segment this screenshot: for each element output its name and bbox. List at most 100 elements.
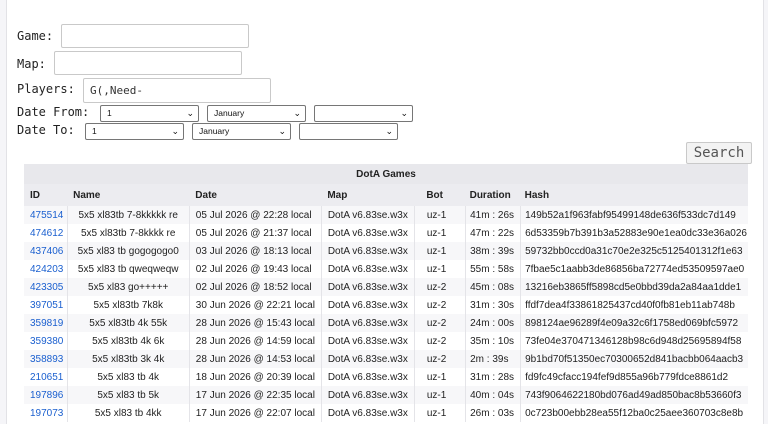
game-id-link-cell: 359819 [24,314,68,332]
game-name-cell: 5x5 xl83 tb 5k [66,386,190,404]
game-date-cell: 28 Jun 2026 @ 14:53 local [188,350,322,368]
table-row: 397051 5x5 xl83tb 7k8k 30 Jun 2026 @ 22:21… [24,296,748,314]
table-row: 437406 5x5 xl83 tb gogogogo0 03 Jul 2026 @… [24,242,748,260]
game-duration-cell: 31m : 30s [465,296,521,314]
table-header-row: ID Name Date Map Bot Duration Hash [24,184,748,206]
game-id-link[interactable]: 474612 [30,228,63,239]
date-to-label: To: [53,123,75,137]
table-row: 359819 5x5 xl83tb 4k 55k 28 Jun 2026 @ 15:… [24,314,748,332]
date-to-year-select[interactable]: ⌄ [299,123,398,140]
game-map-cell: DotA v6.83se.w3x [320,242,415,260]
game-bot-cell: uz-1 [413,206,466,224]
game-name-cell: 5x5 xl83 tb gogogogo0 [66,242,190,260]
game-bot-cell: uz-2 [413,332,466,350]
game-map-cell: DotA v6.83se.w3x [320,350,415,368]
date-from-month-select[interactable]: January ⌄ [207,105,306,122]
date-from-year-select[interactable]: ⌄ [314,105,413,122]
table-row: 474612 5x5 xl83tb 7-8kkkk re 05 Jul 2026 @… [24,224,748,242]
game-duration-cell: 38m : 39s [465,242,521,260]
date-from-label: Date From: [17,105,90,119]
game-duration-cell: 24m : 00s [465,314,521,332]
game-bot-cell: uz-2 [413,314,466,332]
game-id-link[interactable]: 359819 [30,318,63,329]
chevron-down-icon: ⌄ [186,108,194,118]
chevron-down-icon: ⌄ [293,108,301,118]
date-to-day-value: 1 [92,126,97,136]
game-duration-cell: 26m : 03s [465,404,521,422]
page: Game: Map: Players: Date From: 1 ⌄ Janua… [6,0,764,424]
game-name-cell: 5x5 xl83tb 3k 4k [66,350,190,368]
game-name-cell: 5x5 xl83tb 7k8k [66,296,190,314]
game-duration-cell: 55m : 58s [465,260,521,278]
game-map-cell: DotA v6.83se.w3x [320,368,415,386]
game-bot-cell: uz-2 [413,350,466,368]
game-id-link-cell: 358893 [24,350,68,368]
game-date-cell: 17 Jun 2026 @ 22:35 local [188,386,322,404]
game-date-cell: 02 Jul 2026 @ 19:43 local [188,260,322,278]
game-id-link[interactable]: 197896 [30,390,63,401]
game-duration-cell: 47m : 22s [465,224,521,242]
game-id-link-cell: 423305 [24,278,68,296]
game-bot-cell: uz-1 [413,386,466,404]
players-label: Players: [17,82,75,96]
game-bot-cell: uz-1 [413,260,466,278]
game-name-cell: 5x5 xl83 go+++++ [66,278,190,296]
game-map-cell: DotA v6.83se.w3x [320,278,415,296]
game-date-cell: 28 Jun 2026 @ 14:59 local [188,332,322,350]
game-id-link-cell: 197073 [24,404,68,422]
date-to-day-select[interactable]: 1 ⌄ [85,123,184,140]
game-bot-cell: uz-1 [413,368,466,386]
game-id-link[interactable]: 397051 [30,300,63,311]
game-id-link[interactable]: 359380 [30,336,63,347]
game-duration-cell: 2m : 39s [465,350,521,368]
players-input[interactable] [83,78,271,103]
game-bot-cell: uz-2 [413,278,466,296]
date-to-month-select[interactable]: January ⌄ [192,123,291,140]
game-input[interactable] [61,24,249,48]
chevron-down-icon: ⌄ [385,126,393,136]
game-name-cell: 5x5 xl83 tb 4kk [66,404,190,422]
game-date-cell: 18 Jun 2026 @ 20:39 local [188,368,322,386]
game-name-cell: 5x5 xl83tb 7-8kkkk re [66,224,190,242]
date-from-day-select[interactable]: 1 ⌄ [100,105,199,122]
game-duration-cell: 31m : 28s [465,368,521,386]
table-row: 197073 5x5 xl83 tb 4kk 17 Jun 2026 @ 22:07… [24,404,748,422]
column-header-name: Name [67,184,190,206]
column-header-date: Date [189,184,322,206]
game-name-cell: 5x5 xl83 tb 4k [66,368,190,386]
game-id-link-cell: 397051 [24,296,68,314]
table-row: 210651 5x5 xl83 tb 4k 18 Jun 2026 @ 20:39 … [24,368,748,386]
game-name-cell: 5x5 xl83tb 4k 6k [66,332,190,350]
game-id-link-cell: 210651 [24,368,68,386]
game-id-link[interactable]: 197073 [30,408,63,419]
game-id-link[interactable]: 437406 [30,246,63,257]
game-duration-cell: 35m : 10s [465,332,521,350]
game-id-link-cell: 424203 [24,260,68,278]
game-id-link[interactable]: 358893 [30,354,63,365]
table-row: 197896 5x5 xl83 tb 5k 17 Jun 2026 @ 22:35 … [24,386,748,404]
game-id-link[interactable]: 475514 [30,210,63,221]
game-bot-cell: uz-1 [413,224,466,242]
search-button[interactable]: Search [686,142,752,164]
game-hash-cell: 0c723b00ebb28ea55f12ba0c25aee360703c8e8b [520,404,748,422]
game-bot-cell: uz-1 [413,404,466,422]
chevron-down-icon: ⌄ [400,108,408,118]
date-from-day-value: 1 [107,108,112,118]
column-header-hash: Hash [520,184,748,206]
game-hash-cell: 7fbae5c1aabb3de86856ba72774ed53509597ae0 [520,260,748,278]
game-date-cell: 17 Jun 2026 @ 22:07 local [188,404,322,422]
table-row: 424203 5x5 xl83 tb qweqweqw 02 Jul 2026 @ … [24,260,748,278]
game-id-link[interactable]: 423305 [30,282,63,293]
map-input[interactable] [54,51,242,75]
game-id-link[interactable]: 210651 [30,372,63,383]
game-id-link[interactable]: 424203 [30,264,63,275]
table-row: 475514 5x5 xl83tb 7-8kkkkk re 05 Jul 2026 … [24,206,748,224]
column-header-bot: Bot [414,184,466,206]
game-map-cell: DotA v6.83se.w3x [320,404,415,422]
game-id-link-cell: 475514 [24,206,68,224]
date-to-label-prefix: Date [17,123,46,137]
game-hash-cell: 149b52a1f963fabf95499148de636f533dc7d149 [520,206,748,224]
chevron-down-icon: ⌄ [171,126,179,136]
table-row: 423305 5x5 xl83 go+++++ 02 Jul 2026 @ 18:5… [24,278,748,296]
game-name-cell: 5x5 xl83 tb qweqweqw [66,260,190,278]
